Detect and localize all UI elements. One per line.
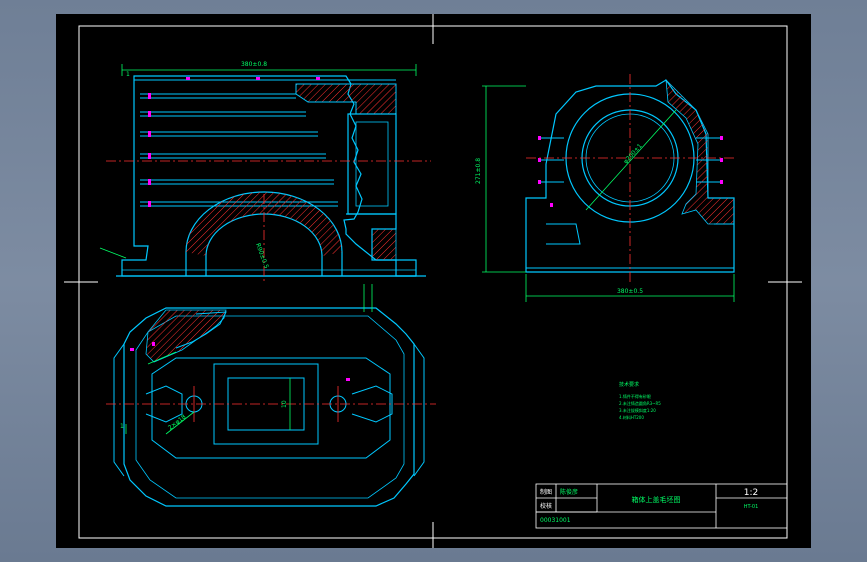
cad-drawing: 380±0.8 R90±0.5 1 271±0.8 380±0.5 φ200±1… xyxy=(64,14,802,548)
cad-viewport[interactable]: 380±0.8 R90±0.5 1 271±0.8 380±0.5 φ200±1… xyxy=(56,14,811,548)
title-label-draw: 制图 xyxy=(540,488,552,496)
side-height-dim: 271±0.8 xyxy=(475,158,482,184)
notes-line-1: 1.铸件不得有砂眼 xyxy=(619,393,651,399)
notes-line-2: 2.未注铸造圆角R3~R5 xyxy=(619,400,661,406)
technical-notes: 技术要求 1.铸件不得有砂眼 2.未注铸造圆角R3~R5 3.未注拔模斜度1:2… xyxy=(619,381,661,420)
title-label-check: 校核 xyxy=(540,502,552,510)
bore-diameter-dim: φ200±1 xyxy=(622,142,644,165)
side-view xyxy=(482,74,736,302)
notes-heading: 技术要求 xyxy=(619,381,639,388)
notes-line-3: 3.未注拔模斜度1:20 xyxy=(619,407,656,413)
title-name-draw: 陈俊彦 xyxy=(560,488,578,496)
sheet-code: HT-01 xyxy=(744,504,759,510)
left-marker: 1 xyxy=(126,71,130,78)
drawing-title: 箱体上盖毛坯图 xyxy=(632,495,681,504)
drawing-scale: 1:2 xyxy=(744,488,758,498)
side-width-dim: 380±0.5 xyxy=(617,288,643,295)
arch-radius-dim: R90±0.5 xyxy=(254,242,270,269)
notes-line-4: 4.材料HT200 xyxy=(619,414,644,420)
slot-width-dim: 10 xyxy=(281,400,288,408)
center-mark-label: 1 xyxy=(120,423,124,430)
top-view xyxy=(106,284,436,507)
front-width-dim: 380±0.8 xyxy=(241,61,267,68)
front-view xyxy=(106,64,431,284)
drawing-number: 00031001 xyxy=(540,517,571,524)
